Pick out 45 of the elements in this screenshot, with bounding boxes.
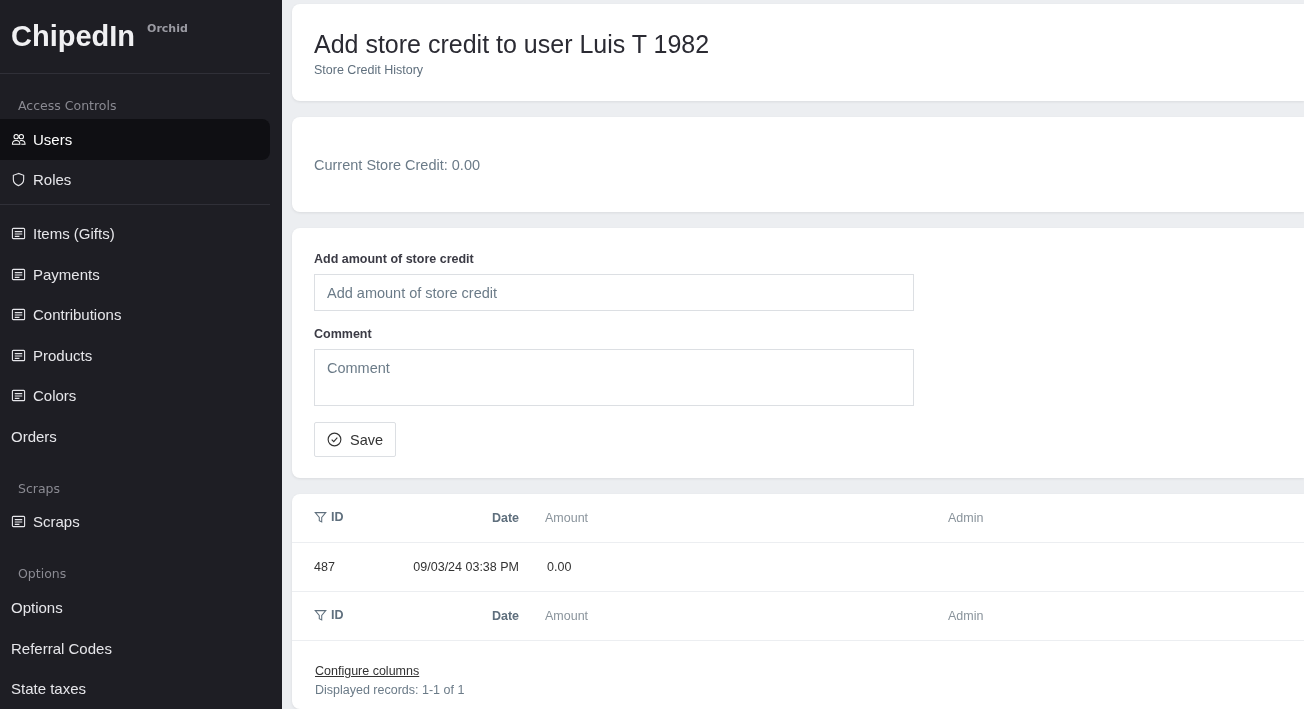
- sidebar-item[interactable]: Scraps: [0, 501, 270, 543]
- table-cell-text: 487: [314, 560, 336, 574]
- sidebar-item[interactable]: Colors: [0, 375, 270, 417]
- column-header[interactable]: ID: [314, 592, 399, 622]
- sidebar-item[interactable]: Options: [0, 587, 270, 628]
- section-label: Access Controls: [17, 98, 118, 113]
- filter-icon: [314, 510, 327, 524]
- brand-subtitle: Orchid: [147, 22, 188, 35]
- sidebar-item[interactable]: Items (Gifts): [0, 213, 270, 254]
- brand-name[interactable]: ChipedIn: [11, 20, 136, 53]
- list-icon: [11, 388, 26, 404]
- configure-columns-link[interactable]: Configure columns: [315, 664, 420, 678]
- amount-field[interactable]: Add amount of store credit: [314, 274, 914, 311]
- filter-icon: [314, 608, 327, 622]
- list-icon: [11, 514, 26, 530]
- users-icon: [11, 131, 26, 147]
- records-count: Displayed records: 1-1 of 1: [315, 683, 466, 697]
- column-header[interactable]: Date: [399, 511, 519, 525]
- current-credit: Current Store Credit: 0.00: [314, 156, 481, 173]
- page-subtitle: Store Credit History: [314, 63, 425, 77]
- sidebar-item[interactable]: Users: [0, 119, 270, 160]
- column-header[interactable]: Date: [399, 609, 519, 623]
- page-title: Add store credit to user Luis T 1982: [314, 30, 711, 59]
- sidebar-item[interactable]: Products: [0, 334, 270, 376]
- save-button[interactable]: Save: [314, 422, 397, 457]
- section-label: Scraps: [17, 480, 62, 496]
- field-label: Comment: [314, 327, 373, 341]
- comment-field[interactable]: Comment: [314, 349, 914, 406]
- sidebar-item[interactable]: Payments: [0, 253, 270, 295]
- shield-icon: [11, 172, 26, 188]
- sidebar-item[interactable]: State taxes: [0, 668, 270, 709]
- check-circle-icon: [327, 432, 342, 447]
- sidebar-item[interactable]: Roles: [0, 159, 270, 201]
- field-label: Add amount of store credit: [314, 252, 475, 266]
- sidebar-item[interactable]: Referral Codes: [0, 627, 270, 669]
- list-icon: [11, 266, 26, 282]
- table-cell-text: 0.00: [546, 560, 573, 574]
- column-header[interactable]: ID: [314, 494, 399, 524]
- table-cell-text: 09/03/24 03:38 PM: [412, 560, 519, 574]
- sidebar-item[interactable]: Orders: [0, 416, 270, 457]
- list-icon: [11, 225, 26, 241]
- section-label: Options: [17, 566, 68, 582]
- sidebar-item[interactable]: Contributions: [0, 294, 270, 335]
- list-icon: [11, 307, 26, 323]
- list-icon: [11, 347, 26, 363]
